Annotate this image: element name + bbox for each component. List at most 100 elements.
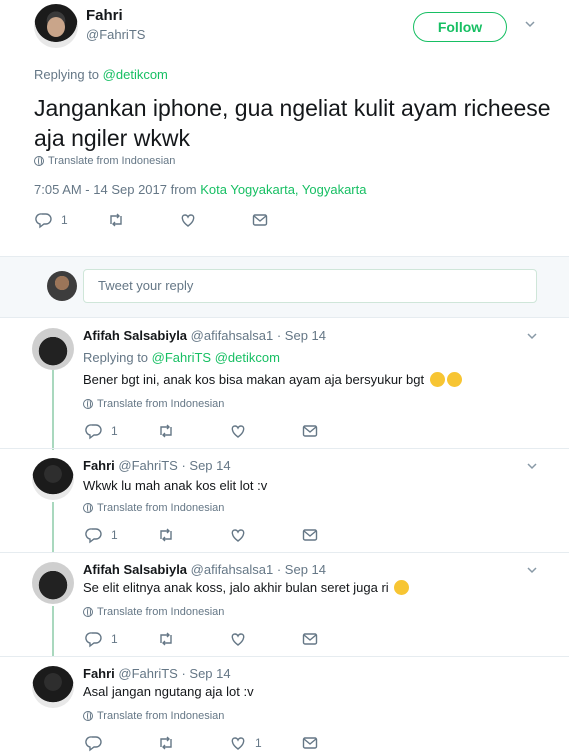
reply-button[interactable]: 1 [85,526,157,544]
reply-text-content: Bener bgt ini, anak kos bisa makan ayam … [83,372,425,387]
retweet-button[interactable] [157,734,229,752]
reply-icon [85,424,102,440]
chevron-down-icon[interactable] [526,564,538,579]
emoji-icon [446,372,462,387]
tweet-actions: 1 [35,211,269,229]
replying-prefix: Replying to [34,67,100,82]
like-icon [231,737,245,750]
reply-header: Fahri @FahriTS · Sep 14 [83,458,231,473]
retweet-icon [160,736,172,750]
author-meta[interactable]: @FahriTS · Sep 14 [118,458,230,473]
like-button[interactable] [229,526,301,544]
reply-icon [85,736,102,752]
author-name[interactable]: Fahri [86,7,123,24]
reply-tweet[interactable]: Fahri @FahriTS · Sep 14 Asal jangan ngut… [0,656,569,756]
reply-button[interactable]: 1 [35,211,107,229]
dm-button[interactable] [301,734,319,752]
avatar[interactable] [32,666,74,708]
reply-icon [35,213,52,229]
tweet-meta: 7:05 AM - 14 Sep 2017 from Kota Yogyakar… [34,182,366,197]
globe-icon [83,503,93,513]
globe-icon [83,607,93,617]
reply-count: 1 [111,528,118,542]
chevron-down-icon[interactable] [524,18,536,33]
translate-link[interactable]: Translate from Indonesian [83,710,224,722]
replying-to-link[interactable]: @FahriTS @detikcom [152,350,280,365]
retweet-button[interactable] [157,526,229,544]
reply-button[interactable] [85,734,157,752]
reply-actions: 1 [85,526,319,544]
author-meta[interactable]: @afifahsalsa1 · Sep 14 [191,328,326,343]
reply-text: Wkwk lu mah anak kos elit lot :v [83,478,268,493]
reply-tweet[interactable]: Afifah Salsabiyla @afifahsalsa1 · Sep 14… [0,552,569,656]
dm-button[interactable] [301,630,319,648]
emoji-icon [394,580,410,595]
reply-tweet[interactable]: Afifah Salsabiyla @afifahsalsa1 · Sep 14… [0,318,569,454]
chevron-down-icon[interactable] [526,460,538,475]
emoji-icon [429,372,445,387]
reply-count: 1 [111,632,118,646]
author-name[interactable]: Afifah Salsabiyla [83,562,187,577]
tweet-text: Jangankan iphone, gua ngeliat kulit ayam… [34,95,551,151]
author-name[interactable]: Afifah Salsabiyla [83,328,187,343]
author-handle[interactable]: @FahriTS [86,27,145,42]
like-button[interactable] [229,422,301,440]
translate-label: Translate from Indonesian [97,502,225,514]
avatar[interactable] [32,562,74,604]
dm-button[interactable] [251,211,269,229]
avatar[interactable] [32,458,74,500]
like-button[interactable] [179,211,251,229]
like-icon [231,529,245,542]
retweet-button[interactable] [157,630,229,648]
avatar[interactable] [34,4,78,48]
like-button[interactable]: 1 [229,734,301,752]
author-meta[interactable]: @FahriTS · Sep 14 [118,666,230,681]
reply-header: Fahri @FahriTS · Sep 14 [83,666,231,681]
reply-header: Afifah Salsabiyla @afifahsalsa1 · Sep 14 [83,328,326,343]
replying-prefix: Replying to [83,350,149,365]
replying-to-link[interactable]: @detikcom [103,67,168,82]
main-tweet: Fahri @FahriTS Follow Replying to @detik… [0,0,569,256]
reply-text: Asal jangan ngutang aja lot :v [83,684,254,699]
avatar[interactable] [32,328,74,370]
reply-button[interactable]: 1 [85,422,157,440]
retweet-icon [160,632,172,646]
reply-text: Bener bgt ini, anak kos bisa makan ayam … [83,372,462,387]
author-name[interactable]: Fahri [83,458,115,473]
like-icon [231,633,245,646]
like-icon [231,425,245,438]
dm-icon [252,214,268,226]
retweet-icon [160,424,172,438]
reply-composer: Tweet your reply [0,256,569,318]
translate-link[interactable]: Translate from Indonesian [83,398,224,410]
reply-input[interactable]: Tweet your reply [83,269,537,303]
author-name[interactable]: Fahri [83,666,115,681]
dm-icon [302,529,318,541]
like-icon [181,214,195,227]
retweet-button[interactable] [157,422,229,440]
retweet-button[interactable] [107,211,179,229]
reply-header: Afifah Salsabiyla @afifahsalsa1 · Sep 14 [83,562,326,577]
reply-icon [85,632,102,648]
translate-label: Translate from Indonesian [48,155,176,167]
reply-button[interactable]: 1 [85,630,157,648]
translate-link[interactable]: Translate from Indonesian [83,502,224,514]
chevron-down-icon[interactable] [526,330,538,345]
timestamp[interactable]: 7:05 AM - 14 Sep 2017 from [34,182,197,197]
translate-label: Translate from Indonesian [97,398,225,410]
author-meta[interactable]: @afifahsalsa1 · Sep 14 [191,562,326,577]
follow-button[interactable]: Follow [413,12,507,42]
location-link[interactable]: Kota Yogyakarta, Yogyakarta [200,182,366,197]
avatar[interactable] [47,271,77,301]
globe-icon [34,156,44,166]
reply-actions: 1 [85,630,319,648]
like-button[interactable] [229,630,301,648]
dm-button[interactable] [301,422,319,440]
reply-text-content: Se elit elitnya anak koss, jalo akhir bu… [83,580,389,595]
dm-button[interactable] [301,526,319,544]
reply-tweet[interactable]: Fahri @FahriTS · Sep 14 Wkwk lu mah anak… [0,448,569,552]
translate-link[interactable]: Translate from Indonesian [34,155,175,167]
translate-link[interactable]: Translate from Indonesian [83,606,224,618]
replying-to: Replying to @FahriTS @detikcom [83,350,280,365]
reply-actions: 1 [85,422,319,440]
